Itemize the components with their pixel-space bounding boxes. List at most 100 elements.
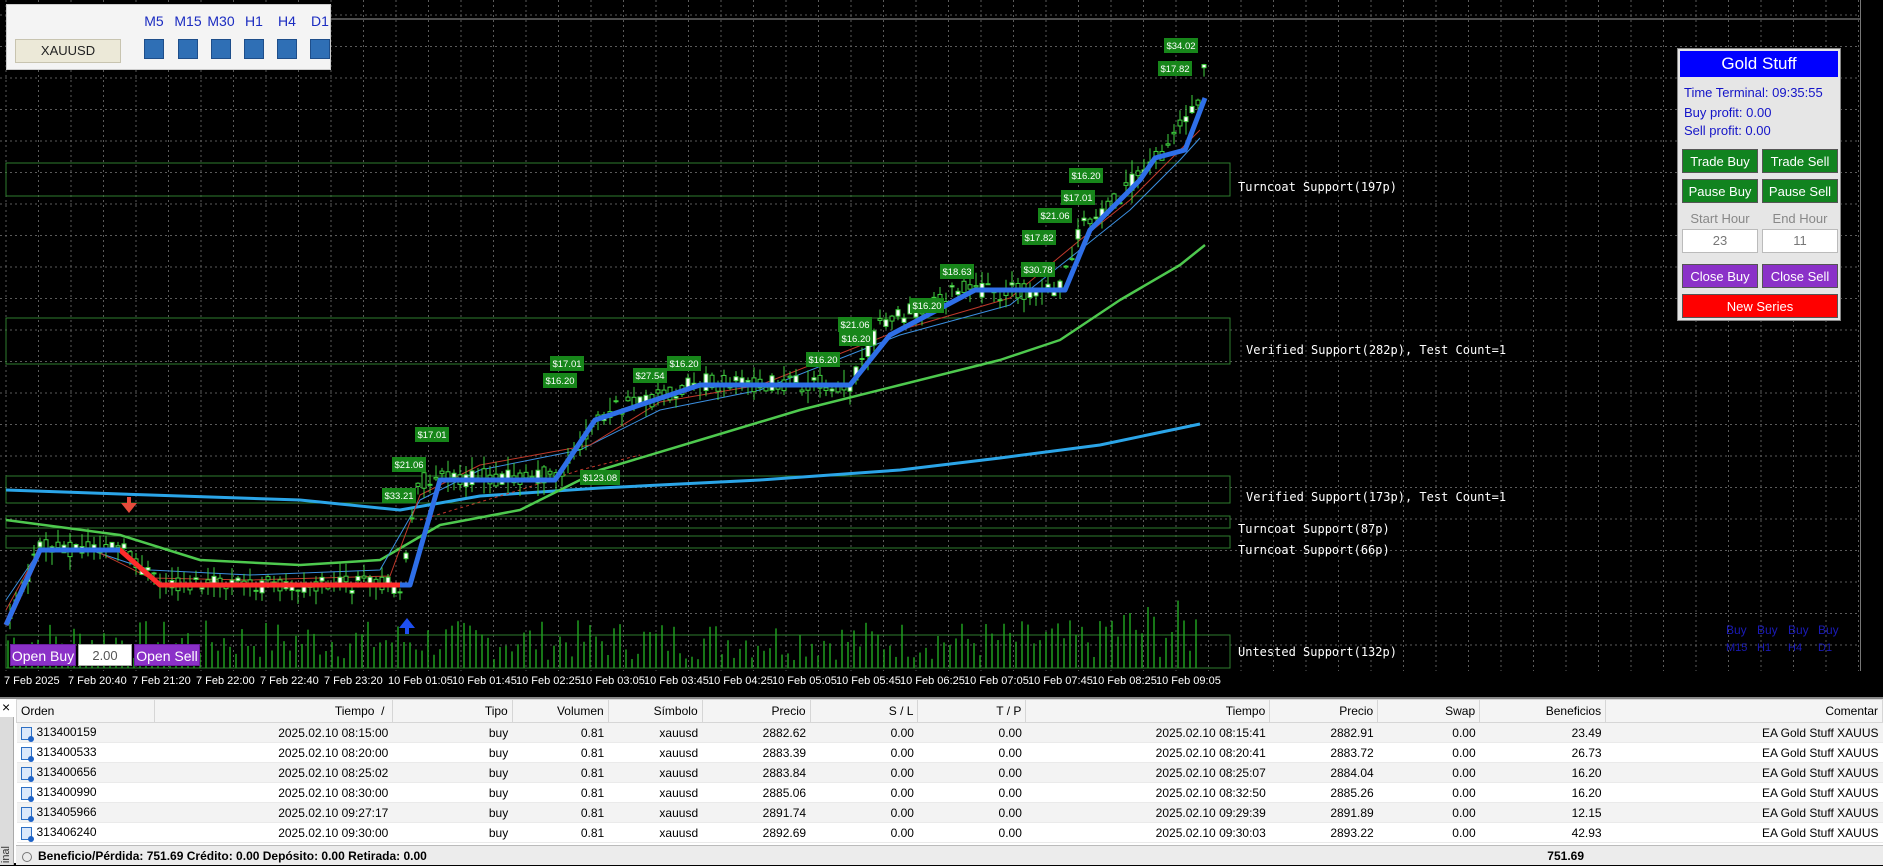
col-header-tp[interactable]: T / P [917,699,1027,723]
col-header-close-price[interactable]: Precio [1269,699,1379,723]
buy-signal-label: Buy [1788,623,1809,637]
cell-close-price: 2893.22 [1269,822,1378,843]
cell-order: 313406240 [16,822,155,843]
open-buy-button[interactable]: Open Buy [10,644,76,666]
candle-body [367,576,373,584]
col-header-swap[interactable]: Swap [1377,699,1481,723]
candle-body [997,299,1003,302]
start-hour-input[interactable]: 23 [1682,229,1758,253]
trade-label-text: $18.63 [942,267,971,278]
cell-type: buy [392,822,513,843]
tf-checkbox-h1[interactable] [244,39,264,59]
col-header-profit[interactable]: Beneficios [1479,699,1607,723]
candle-body [895,309,901,317]
table-row[interactable]: 313400990 2025.02.10 08:30:00 buy 0.81 xauus… [16,782,1883,803]
cell-order: 313400533 [16,742,155,763]
trade-label-text: $21.06 [394,460,423,471]
cell-type: buy [392,742,513,763]
candle-body [235,577,241,582]
candle-body [1069,258,1075,261]
cell-swap: 0.00 [1377,722,1480,743]
col-header-order[interactable]: Orden [16,699,155,723]
cell-close-price: 2885.26 [1269,782,1378,803]
tf-checkbox-m15[interactable] [178,39,198,59]
close-buy-button[interactable]: Close Buy [1682,264,1758,288]
buy-signal-label: Buy [1818,623,1839,637]
trade-label-text: $16.20 [1071,171,1100,182]
buy-signal-timeframe: H4 [1788,642,1802,654]
table-row[interactable]: 313400159 2025.02.10 08:15:00 buy 0.81 xauus… [16,722,1883,743]
cell-tp: 0.00 [917,782,1026,803]
cell-order: 313400656 [16,762,155,783]
candle-body [253,589,259,592]
table-row[interactable]: 313405966 2025.02.10 09:27:17 buy 0.81 xauus… [16,802,1883,823]
candle-body [949,285,955,288]
candle-body [799,389,805,393]
order-id: 313400656 [36,765,97,780]
time-axis[interactable]: 7 Feb 2025 7 Feb 20:40 7 Feb 21:20 7 Feb… [0,671,1883,693]
trade-buy-button[interactable]: Trade Buy [1682,149,1758,173]
moving-average-fast [5,129,1201,611]
time-label: 7 Feb 21:20 [132,675,191,687]
cell-volume: 0.81 [512,822,609,843]
candle-body [319,576,325,582]
table-row[interactable]: 313400656 2025.02.10 08:25:02 buy 0.81 xauus… [16,762,1883,783]
terminal-side-tab[interactable]: inal [0,717,14,865]
cell-sl: 0.00 [810,762,918,783]
time-label: 7 Feb 22:40 [260,675,319,687]
pause-buy-button[interactable]: Pause Buy [1682,179,1758,203]
close-sell-button[interactable]: Close Sell [1762,264,1838,288]
pause-sell-button[interactable]: Pause Sell [1762,179,1838,203]
cell-order: 313405966 [16,802,155,823]
candle-body [409,517,415,520]
cell-symbol: xauusd [608,822,703,843]
candle-body [295,589,301,592]
candle-body [955,290,961,295]
col-header-comment[interactable]: Comentar [1605,699,1883,723]
table-row[interactable]: 313400533 2025.02.10 08:20:00 buy 0.81 xauus… [16,742,1883,763]
close-icon[interactable]: × [2,699,10,715]
cell-symbol: xauusd [608,762,703,783]
col-header-time[interactable]: Tiempo / [153,699,393,723]
cell-type: buy [392,762,513,783]
timeframe-panel: XAUUSD M5 M15 M30 H1 H4 D1 [6,4,331,70]
cell-volume: 0.81 [512,802,609,823]
col-header-volume[interactable]: Volumen [511,699,609,723]
balance-summary: Beneficio/Pérdida: 751.69 Crédito: 0.00 … [38,849,427,863]
symbol-field[interactable]: XAUUSD [15,39,121,63]
candle-body [859,358,865,361]
tf-checkbox-m5[interactable] [144,39,164,59]
table-row[interactable]: 313406240 2025.02.10 09:30:00 buy 0.81 xauus… [16,822,1883,843]
tf-checkbox-h4[interactable] [277,39,297,59]
new-series-button[interactable]: New Series [1682,294,1838,318]
chart-area[interactable]: Turncoat Support(197p) Verified Support(2… [0,0,1883,693]
candle-body [451,472,457,478]
end-hour-input[interactable]: 11 [1762,229,1838,253]
cell-sl: 0.00 [810,822,918,843]
price-axis[interactable] [1860,0,1883,671]
price-chart[interactable]: Turncoat Support(197p) Verified Support(2… [0,0,1883,693]
col-header-sl[interactable]: S / L [809,699,919,723]
cell-profit: 16.20 [1479,762,1606,783]
cell-swap: 0.00 [1377,762,1480,783]
lot-size-input[interactable]: 2.00 [78,644,132,666]
col-header-price[interactable]: Precio [701,699,811,723]
cell-comment: EA Gold Stuff XAUUS [1605,822,1883,843]
cell-close-price: 2883.72 [1269,742,1378,763]
cell-close-time: 2025.02.10 08:20:41 [1025,742,1270,763]
end-hour-label: End Hour [1772,211,1828,226]
col-header-close-time[interactable]: Tiempo [1025,699,1271,723]
tf-checkbox-m30[interactable] [211,39,231,59]
trade-sell-button[interactable]: Trade Sell [1762,149,1838,173]
cell-price: 2882.62 [702,722,811,743]
candle-body [1081,217,1087,222]
cell-comment: EA Gold Stuff XAUUS [1605,722,1883,743]
balance-icon [22,851,32,862]
candle-body [193,577,199,580]
col-header-type[interactable]: Tipo [391,699,513,723]
open-sell-button[interactable]: Open Sell [134,644,200,666]
candle-body [415,482,421,487]
candle-body [421,472,427,489]
tf-checkbox-d1[interactable] [310,39,330,59]
col-header-symbol[interactable]: Símbolo [607,699,703,723]
